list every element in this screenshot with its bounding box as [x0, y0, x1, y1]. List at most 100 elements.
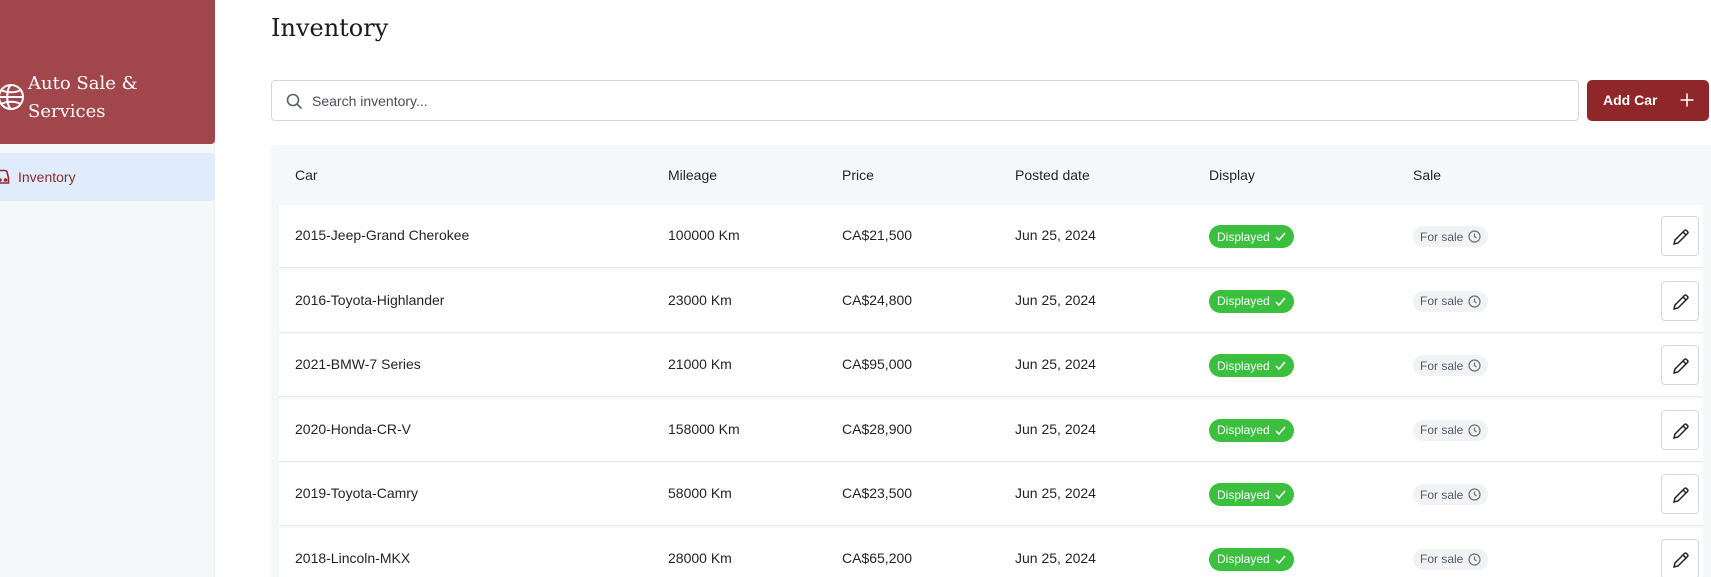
displayed-badge-label: Displayed	[1217, 423, 1270, 437]
table-row[interactable]: 2020-Honda-CR-V 158000 Km CA$28,900 Jun 25,…	[279, 398, 1703, 462]
cell-posted-date: Jun 25, 2024	[1015, 549, 1096, 566]
brand-name: Auto Sale & Services	[28, 73, 138, 122]
cell-posted-date: Jun 25, 2024	[1015, 485, 1096, 501]
sale-status-badge[interactable]: For sale	[1413, 355, 1489, 376]
check-icon	[1275, 297, 1286, 306]
displayed-badge[interactable]: Displayed	[1209, 547, 1294, 571]
add-car-label: Add Car	[1603, 92, 1658, 108]
globe-icon	[0, 84, 24, 110]
cell-posted-date: Jun 25, 2024	[1015, 227, 1096, 243]
search-bar	[271, 80, 1579, 121]
cell-posted-date: Jun 25, 2024	[1015, 356, 1096, 372]
cell-posted-date: Jun 25, 2024	[1015, 420, 1096, 437]
cell-car: 2015-Jeep-Grand Cherokee	[295, 227, 470, 243]
clock-icon	[1468, 230, 1481, 243]
plus-icon	[1680, 93, 1694, 107]
brand-header[interactable]: Auto Sale & Services	[0, 0, 215, 144]
displayed-badge[interactable]: Displayed	[1209, 354, 1294, 377]
displayed-badge[interactable]: Displayed	[1209, 225, 1294, 248]
displayed-badge[interactable]: Displayed	[1209, 289, 1294, 313]
edit-button[interactable]	[1661, 280, 1699, 321]
column-header-display[interactable]: Display	[1209, 167, 1255, 183]
check-icon	[1275, 555, 1286, 564]
column-header-sale[interactable]: Sale	[1413, 167, 1441, 183]
sale-status-badge[interactable]: For sale	[1413, 419, 1489, 441]
cell-mileage: 100000 Km	[668, 227, 740, 243]
cell-price: CA$65,200	[842, 549, 913, 566]
displayed-badge-label: Displayed	[1217, 294, 1270, 308]
cell-price: CA$21,500	[842, 227, 913, 243]
search-icon	[286, 93, 303, 110]
sale-status-label: For sale	[1420, 487, 1464, 502]
cell-mileage: 158000 Km	[668, 420, 740, 437]
sale-status-label: For sale	[1420, 229, 1464, 244]
displayed-badge[interactable]: Displayed	[1209, 483, 1294, 506]
pencil-icon	[1672, 551, 1689, 568]
edit-button[interactable]	[1661, 216, 1699, 256]
sidebar-item-label: Inventory	[18, 169, 76, 185]
column-header-mileage[interactable]: Mileage	[668, 167, 717, 183]
sale-status-badge[interactable]: For sale	[1413, 226, 1489, 247]
displayed-badge-label: Displayed	[1217, 487, 1270, 502]
displayed-badge-label: Displayed	[1217, 358, 1270, 373]
cell-mileage: 21000 Km	[668, 356, 732, 372]
cell-price: CA$23,500	[842, 485, 913, 501]
sale-status-badge[interactable]: For sale	[1413, 548, 1489, 570]
sale-status-badge[interactable]: For sale	[1413, 484, 1489, 505]
clock-icon	[1468, 423, 1481, 437]
edit-button[interactable]	[1661, 538, 1699, 577]
sidebar-item-inventory[interactable]: Inventory	[0, 153, 215, 201]
clock-icon	[1468, 552, 1481, 566]
cell-car: 2019-Toyota-Camry	[295, 485, 418, 501]
inventory-table: Car Mileage Price Posted date Display Sa…	[271, 145, 1711, 577]
cell-car: 2020-Honda-CR-V	[295, 420, 411, 437]
page-title: Inventory	[271, 14, 389, 42]
clock-icon	[1468, 294, 1481, 308]
column-header-price[interactable]: Price	[842, 167, 874, 183]
check-icon	[1275, 426, 1286, 435]
table-row[interactable]: 2018-Lincoln-MKX 28000 Km CA$65,200 Jun 25,…	[279, 527, 1703, 577]
displayed-badge-label: Displayed	[1217, 229, 1270, 244]
search-input[interactable]	[312, 81, 1562, 120]
car-icon	[0, 169, 10, 184]
cell-car: 2018-Lincoln-MKX	[295, 549, 411, 566]
check-icon	[1275, 490, 1286, 500]
add-car-button[interactable]: Add Car	[1587, 80, 1709, 121]
cell-car: 2016-Toyota-Highlander	[295, 291, 445, 308]
edit-button[interactable]	[1661, 474, 1699, 514]
pencil-icon	[1672, 358, 1689, 375]
clock-icon	[1468, 488, 1481, 501]
sale-status-label: For sale	[1420, 552, 1464, 566]
cell-car: 2021-BMW-7 Series	[295, 356, 421, 372]
table-row[interactable]: 2021-BMW-7 Series 21000 Km CA$95,000 Jun 25…	[279, 334, 1703, 397]
displayed-badge[interactable]: Displayed	[1209, 418, 1294, 442]
table-row[interactable]: 2015-Jeep-Grand Cherokee 100000 Km CA$21,5…	[279, 205, 1703, 268]
cell-mileage: 23000 Km	[668, 291, 732, 308]
sale-status-badge[interactable]: For sale	[1413, 290, 1489, 312]
displayed-badge-label: Displayed	[1217, 552, 1270, 566]
sale-status-label: For sale	[1420, 423, 1464, 437]
table-row[interactable]: 2016-Toyota-Highlander 23000 Km CA$24,800 J…	[279, 269, 1703, 333]
cell-price: CA$24,800	[842, 291, 913, 308]
cell-price: CA$95,000	[842, 356, 913, 372]
cell-mileage: 28000 Km	[668, 549, 732, 566]
column-header-posted-date[interactable]: Posted date	[1015, 167, 1090, 183]
pencil-icon	[1672, 229, 1689, 246]
clock-icon	[1468, 359, 1481, 372]
pencil-icon	[1672, 293, 1689, 310]
cell-mileage: 58000 Km	[668, 485, 732, 501]
column-header-car[interactable]: Car	[295, 167, 318, 183]
check-icon	[1275, 361, 1286, 371]
edit-button[interactable]	[1661, 345, 1699, 385]
pencil-icon	[1672, 487, 1689, 504]
sale-status-label: For sale	[1420, 358, 1464, 373]
pencil-icon	[1672, 422, 1689, 439]
edit-button[interactable]	[1661, 409, 1699, 450]
sidebar: Auto Sale & Services Inventory	[0, 0, 215, 577]
table-row[interactable]: 2019-Toyota-Camry 58000 Km CA$23,500 Jun 25…	[279, 463, 1703, 526]
cell-price: CA$28,900	[842, 420, 913, 437]
sale-status-label: For sale	[1420, 294, 1464, 308]
cell-posted-date: Jun 25, 2024	[1015, 291, 1096, 308]
table-header: Car Mileage Price Posted date Display Sa…	[271, 145, 1711, 205]
check-icon	[1275, 232, 1286, 242]
